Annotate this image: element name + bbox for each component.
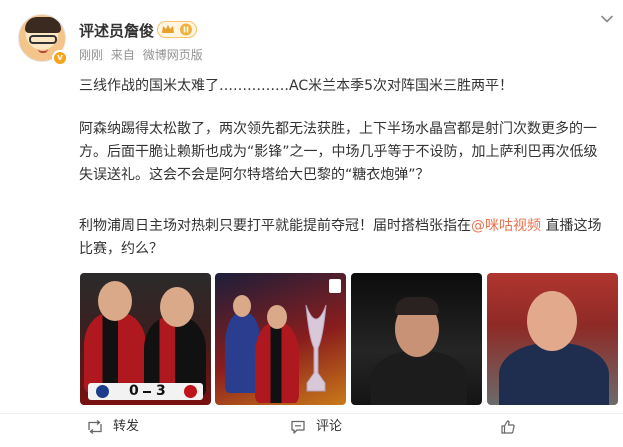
- post-paragraph-2: 阿森纳踢得太松散了，两次领先都无法获胜，上下半场水晶宫都是射门次数更多的一方。后…: [79, 121, 598, 183]
- post-paragraph-3: 利物浦周日主场对热刺只要打平就能提前夺冠！届时搭档张指在@咪咕视频 直播这场比赛…: [79, 215, 609, 261]
- person-head: [527, 291, 577, 351]
- score-separator: [143, 391, 151, 393]
- player-figure: [84, 313, 146, 393]
- person-figure: [499, 343, 609, 405]
- thumbs-up-icon: [501, 420, 515, 434]
- footer-divider: [0, 413, 623, 414]
- post-time[interactable]: 刚刚: [79, 48, 103, 62]
- post-meta: 刚刚 来自 微博网页版: [79, 46, 207, 63]
- source-prefix: 来自: [110, 48, 135, 62]
- avatar-mouth: [38, 49, 48, 53]
- scoreboard: 0 3: [88, 383, 203, 400]
- player-head: [160, 287, 194, 327]
- weibo-post-card: v 评述员詹俊 II 刚刚 来自 微博网页版 三线作战的国米太难了……………AC…: [0, 0, 623, 447]
- comment-icon: [291, 420, 305, 434]
- team-crest-icon: [184, 385, 197, 398]
- player-head: [233, 295, 251, 317]
- repost-icon: [88, 419, 102, 435]
- score-away: 3: [156, 383, 166, 399]
- like-button[interactable]: [500, 416, 550, 438]
- photo-thumbnail-4[interactable]: [487, 273, 618, 405]
- team-crest-icon: [96, 385, 109, 398]
- league-logo-icon: [329, 279, 341, 293]
- repost-button[interactable]: 转发: [87, 416, 157, 438]
- level-badge: II: [183, 26, 189, 35]
- chevron-down-icon[interactable]: [598, 10, 616, 28]
- photo-thumbnail-2[interactable]: [215, 273, 346, 405]
- post-source[interactable]: 微博网页版: [143, 48, 203, 62]
- avatar-glasses: [29, 35, 57, 44]
- player-head: [98, 281, 132, 321]
- post-paragraph-1: 三线作战的国米太难了……………AC米兰本季5次对阵国米三胜两平！: [79, 78, 514, 94]
- author-name[interactable]: 评述员詹俊: [79, 20, 154, 41]
- photo-thumbnail-3[interactable]: [351, 273, 482, 405]
- comment-label: 评论: [316, 419, 343, 434]
- person-hair: [395, 297, 439, 315]
- verified-badge-icon: v: [52, 50, 68, 66]
- repost-label: 转发: [113, 419, 140, 434]
- person-figure: [371, 351, 467, 405]
- avatar-hair: [25, 17, 61, 33]
- player-figure: [255, 323, 299, 403]
- trophy-icon: [305, 304, 327, 392]
- member-crown-icon[interactable]: II: [157, 21, 197, 38]
- mention-link[interactable]: @咪咕视频: [471, 218, 541, 234]
- paragraph-3-text-before: 利物浦周日主场对热刺只要打平就能提前夺冠！届时搭档张指在: [79, 218, 471, 234]
- photo-thumbnail-1[interactable]: 0 3: [80, 273, 211, 405]
- comment-button[interactable]: 评论: [290, 416, 360, 438]
- player-head: [267, 305, 287, 329]
- score-home: 0: [129, 383, 139, 399]
